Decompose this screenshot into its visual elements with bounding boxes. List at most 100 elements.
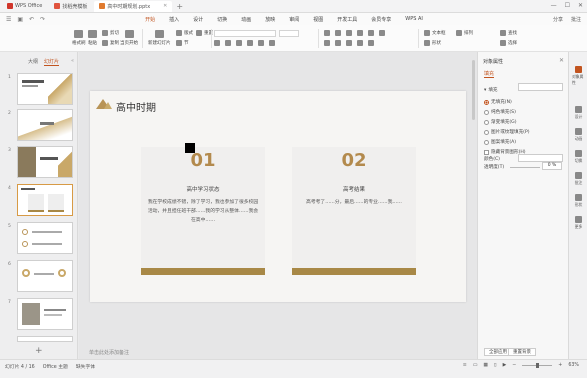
text-direction-icon[interactable] [368,30,374,36]
notes-icon[interactable]: ≡ [463,363,467,368]
strip-more[interactable]: 更多 [572,216,585,230]
add-slide-icon[interactable]: + [35,346,43,356]
menu-wps-ai[interactable]: WPS AI [405,16,423,23]
paste-button[interactable]: 粘贴 [88,30,97,46]
card-1[interactable]: 01 高中学习状态 我在学校成绩不错，除了学习，我也参加了很多校园活动，并且担任… [141,147,265,275]
strip-design[interactable]: 设计 [572,106,585,120]
theme-name[interactable]: Office 主题 [43,363,68,370]
distribute-icon[interactable] [368,40,374,46]
missing-fonts[interactable]: 缺失字体 [76,363,95,370]
bullet-list-icon[interactable] [324,30,330,36]
menu-icon[interactable]: ☰ [6,16,11,23]
card-body[interactable]: 高考考了……分，最后……的专业……我…… [298,198,410,207]
menu-transition[interactable]: 切换 [217,16,227,23]
fill-section-header[interactable]: ▾ 填充 [484,87,498,94]
layout-button[interactable]: 版式 [176,30,193,36]
menu-member[interactable]: 会员专享 [371,16,391,23]
strip-transition[interactable]: 切换 [572,150,585,164]
vertical-scrollbar[interactable] [472,60,475,120]
undo-icon[interactable]: ↶ [29,16,34,23]
share-button[interactable]: 分享 [553,16,563,23]
close-icon[interactable]: ✕ [163,3,167,9]
strip-shape[interactable]: 形状 [572,194,585,208]
numbered-list-icon[interactable] [335,30,341,36]
highlight-icon[interactable] [269,40,275,46]
slide-thumbnail[interactable] [17,146,73,178]
tab-document[interactable]: 高中时期规划.pptx ✕ [94,0,173,12]
tab-templates[interactable]: 找稻壳模板 [49,1,92,12]
indent-icon[interactable] [346,30,352,36]
new-slide-button[interactable]: 新建幻灯片 [148,30,171,46]
option-picture-fill[interactable]: 图片或纹理填充(P) [484,129,530,135]
slide-thumbnail[interactable] [17,260,73,292]
black-square-shape[interactable] [185,143,195,153]
menu-slideshow[interactable]: 放映 [265,16,275,23]
zoom-out-icon[interactable]: − [512,363,516,368]
close-window-icon[interactable]: ✕ [578,2,583,9]
tab-wps-office[interactable]: WPS Office [2,1,47,12]
underline-icon[interactable] [236,40,242,46]
zoom-slider[interactable] [522,363,553,368]
copy-button[interactable]: 复制 [102,40,119,46]
menu-developer[interactable]: 开发工具 [337,16,357,23]
menu-animation[interactable]: 动画 [241,16,251,23]
font-color-icon[interactable] [258,40,264,46]
strip-object-properties[interactable]: 对象属性 [572,66,585,86]
section-button[interactable]: 节 [176,40,189,46]
font-family-select[interactable] [214,30,276,37]
slide-thumbnail[interactable] [17,73,73,105]
bold-icon[interactable] [214,40,220,46]
color-select[interactable] [518,154,563,162]
reading-view-icon[interactable]: ▯ [494,363,497,368]
menu-view[interactable]: 视图 [313,16,323,23]
play-icon[interactable]: ▶ [503,363,507,368]
textbox-button[interactable]: 文本框 [424,30,446,36]
comment-button[interactable]: 批注 [571,16,581,23]
option-pattern-fill[interactable]: 图案填充(A) [484,139,516,145]
collapse-icon[interactable]: « [71,58,74,66]
justify-icon[interactable] [357,40,363,46]
slide-thumbnail[interactable] [17,222,73,254]
cut-button[interactable]: 剪切 [102,30,119,36]
slide-thumbnail[interactable] [17,298,73,330]
slide-thumbnail[interactable] [17,109,73,141]
tab-outline[interactable]: 大纲 [28,58,38,66]
fill-type-select[interactable] [518,83,563,91]
sorter-view-icon[interactable]: ▦ [483,363,488,368]
menu-home[interactable]: 开始 [145,16,156,26]
slide-title[interactable]: 高中时期 [116,99,156,114]
transparency-slider[interactable] [510,167,540,168]
align-center-icon[interactable] [335,40,341,46]
select-button[interactable]: 选择 [500,40,517,46]
card-subtitle[interactable]: 高考结果 [292,185,416,193]
tab-fill[interactable]: 填充 [484,70,495,78]
strip-animation[interactable]: 动画 [572,128,585,142]
align-right-icon[interactable] [346,40,352,46]
option-no-fill[interactable]: 无填充(N) [484,99,512,105]
redo-icon[interactable]: ↷ [40,16,45,23]
align-left-icon[interactable] [324,40,330,46]
slide-thumbnail-partial[interactable] [17,336,73,342]
slide[interactable]: 高中时期 01 高中学习状态 我在学校成绩不错，除了学习，我也参加了很多校园活动… [90,91,466,302]
strip-comment[interactable]: 批注 [572,172,585,186]
reset-background-button[interactable]: 重置背景 [508,348,536,356]
arrange-button[interactable]: 排列 [456,30,473,36]
italic-icon[interactable] [225,40,231,46]
transparency-input[interactable]: 0 % [542,162,562,170]
option-solid-fill[interactable]: 纯色填充(S) [484,109,516,115]
slide-thumbnail-selected[interactable] [17,184,73,216]
minimize-icon[interactable]: — [551,2,557,9]
find-button[interactable]: 查找 [500,30,517,36]
card-2[interactable]: 02 高考结果 高考考了……分，最后……的专业……我…… [292,147,416,275]
card-subtitle[interactable]: 高中学习状态 [141,185,265,193]
option-gradient-fill[interactable]: 渐变填充(G) [484,119,517,125]
normal-view-icon[interactable]: ▭ [473,363,478,368]
menu-review[interactable]: 审阅 [289,16,299,23]
close-icon[interactable]: ✕ [559,57,564,64]
card-body[interactable]: 我在学校成绩不错，除了学习，我也参加了很多校园活动，并且担任班干部……我的学习从… [147,198,259,225]
shape-button[interactable]: 形状 [424,40,441,46]
menu-insert[interactable]: 插入 [169,16,179,23]
line-spacing-icon[interactable] [357,30,363,36]
zoom-level[interactable]: 63% [568,363,579,368]
tab-slides[interactable]: 幻灯片 [44,58,60,66]
